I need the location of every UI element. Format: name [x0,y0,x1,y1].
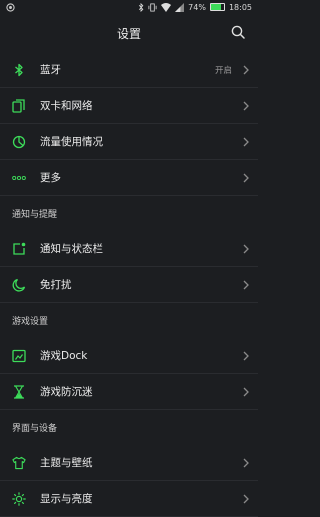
row-label: 流量使用情况 [40,136,103,148]
settings-row[interactable]: 通知与状态栏 [0,231,258,267]
chevron-right-icon [242,280,250,290]
settings-row[interactable]: 双卡和网络 [0,88,258,124]
settings-row[interactable]: 蓝牙 开启 [0,52,258,88]
notification-icon [12,242,26,256]
chevron-right-icon [242,244,250,254]
bluetooth-icon [12,63,26,77]
section-header: 游戏设置 [0,303,258,338]
row-label: 更多 [40,172,61,184]
chevron-right-icon [242,458,250,468]
chevron-right-icon [242,101,250,111]
signal-icon [175,2,185,12]
battery-percent: 74% [188,2,206,12]
hourglass-icon [12,384,26,399]
section-header: 通知与提醒 [0,196,258,231]
section-header: 界面与设备 [0,410,258,445]
settings-row[interactable]: 流量使用情况 [0,124,258,160]
row-label: 通知与状态栏 [40,243,103,255]
app-notification-icon [6,2,15,12]
page-title: 设置 [116,26,141,41]
settings-row[interactable]: 显示与亮度 [0,481,258,517]
row-label: 蓝牙 [40,64,61,76]
chevron-right-icon [242,65,250,75]
row-label: 显示与亮度 [40,493,93,505]
app-header: 设置 [0,14,258,52]
bluetooth-status-icon [138,2,144,12]
settings-row[interactable]: 主题与壁纸 [0,445,258,481]
chevron-right-icon [242,387,250,397]
data-usage-icon [12,135,26,149]
chevron-right-icon [242,351,250,361]
status-bar: 74% 18:05 [0,0,258,14]
row-value: 开启 [214,65,232,76]
sim-cards-icon [12,98,26,113]
chevron-right-icon [242,494,250,504]
chevron-right-icon [242,137,250,147]
vibrate-icon [148,2,157,12]
row-label: 主题与壁纸 [40,457,93,469]
more-dots-icon [12,171,26,185]
brightness-icon [12,491,26,506]
row-label: 游戏防沉迷 [40,386,93,398]
row-label: 双卡和网络 [40,100,93,112]
settings-row[interactable]: 游戏防沉迷 [0,374,258,410]
chevron-right-icon [242,173,250,183]
row-label: 免打扰 [40,279,72,291]
search-icon[interactable] [230,24,246,40]
settings-list: 蓝牙 开启双卡和网络流量使用情况 更多通知与提醒通知与状态栏 免打扰游戏设置游戏Doc… [0,52,258,517]
battery-icon [209,3,225,11]
clock: 18:05 [228,2,252,12]
settings-row[interactable]: 免打扰 [0,267,258,303]
settings-row[interactable]: 更多 [0,160,258,196]
row-label: 游戏Dock [40,350,88,362]
tshirt-icon [12,456,26,470]
wifi-icon [161,2,172,12]
settings-row[interactable]: 游戏Dock [0,338,258,374]
moon-icon [12,278,26,292]
game-dock-icon [12,349,26,363]
